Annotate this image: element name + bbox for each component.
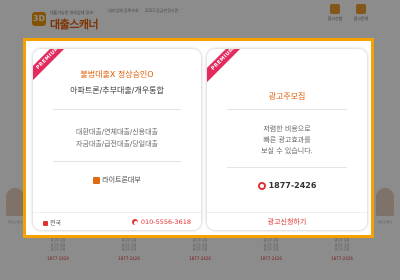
ad-card-lender[interactable]: PREMIUM 불법대출X 정상승인O 아파트론/추부대출/개우통합 대환대출/… (33, 49, 201, 230)
card-footer: 전국 010-5556-3618 (33, 212, 201, 230)
lender-name: 라이트론대부 (33, 175, 201, 185)
ad-apply-link[interactable]: 광고신청하기 (207, 217, 367, 227)
ad-body-line: 보실 수 있습니다. (261, 147, 313, 155)
lender-phone[interactable]: 010-5556-3618 (131, 218, 191, 226)
lender-name-label: 라이트론대부 (102, 176, 141, 184)
card-footer: 광고신청하기 (207, 212, 367, 230)
ad-body-line: 자금대출/급전대출/당일대출 (76, 140, 158, 148)
ad-body-line: 대환대출/연체대출/신용대출 (76, 128, 158, 136)
lender-phone-number: 010-5556-3618 (140, 218, 191, 226)
ad-body-line: 빠른 광고효과를 (263, 136, 311, 144)
card-divider (227, 167, 347, 168)
ad-headline: 불법대출X 정상승인O (80, 70, 154, 79)
card-divider (53, 109, 181, 110)
location-icon (43, 221, 48, 226)
recruit-phone-number: 1877-2426 (268, 181, 317, 190)
card-divider (53, 161, 181, 162)
ad-body-line: 저렴한 비용으로 (263, 125, 311, 133)
ad-subline: 아파트론/추부대출/개우통합 (70, 86, 164, 95)
ad-popup-modal: PREMIUM 불법대출X 정상승인O 아파트론/추부대출/개우통합 대환대출/… (23, 38, 374, 238)
phone-icon (257, 181, 266, 190)
ad-card-recruit[interactable]: PREMIUM 광고주모집 저렴한 비용으로 빠른 광고효과를 보실 수 있습니… (207, 49, 367, 230)
region-text: 전국 (50, 220, 62, 227)
premium-ribbon: PREMIUM (33, 49, 77, 87)
card-divider (227, 109, 347, 110)
ad-headline: 광고주모집 (268, 92, 306, 101)
recruit-phone[interactable]: 1877-2426 (207, 181, 367, 190)
region-label: 전국 (43, 218, 61, 227)
phone-icon (131, 219, 138, 225)
company-icon (93, 176, 101, 184)
premium-ribbon: PREMIUM (207, 49, 252, 88)
